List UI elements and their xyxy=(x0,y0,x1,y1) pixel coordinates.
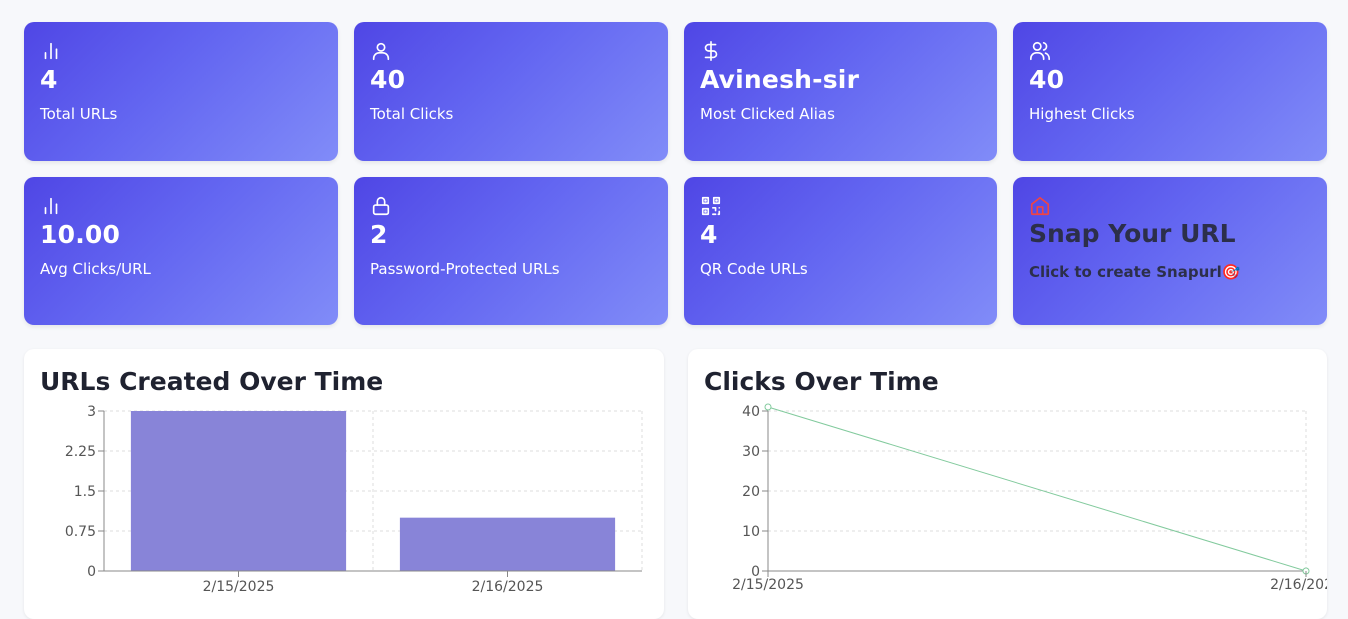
stat-value: 2 xyxy=(370,220,388,249)
y-tick-label: 2.25 xyxy=(65,444,96,460)
snap-your-url-card[interactable]: Snap Your URL Click to create Snapurl🎯 xyxy=(1013,177,1327,325)
stat-card-most-clicked-alias: Avinesh-sir Most Clicked Alias xyxy=(684,22,997,161)
stat-card-highest-clicks: 40 Highest Clicks xyxy=(1013,22,1327,161)
clicks-line-chart: 0102030402/15/20252/16/2025 xyxy=(732,403,1327,593)
stat-label: Highest Clicks xyxy=(1029,105,1135,123)
bar xyxy=(399,517,616,571)
stat-label: Total URLs xyxy=(40,105,118,123)
stat-card-password-protected: 2 Password-Protected URLs xyxy=(354,177,668,325)
clicks-over-time-chart-panel: Clicks Over Time 0 10 20 30 40 2/15/2025 2/16/… xyxy=(688,349,1327,619)
stat-label: Password-Protected URLs xyxy=(370,260,560,278)
y-tick-label: 10 xyxy=(742,524,760,540)
urls-created-bar-chart: 0 0.75 1.5 2.25 3 2/15/2025 2/16/2025 xyxy=(65,404,643,595)
y-tick-label: 1.5 xyxy=(74,484,96,500)
data-point xyxy=(764,403,772,411)
stat-card-total-clicks: 40 Total Clicks xyxy=(354,22,668,161)
stat-card-avg-clicks: 10.00 Avg Clicks/URL xyxy=(24,177,338,325)
x-tick-label: 2/15/2025 xyxy=(732,577,804,593)
stat-label: Avg Clicks/URL xyxy=(40,260,151,278)
user-icon xyxy=(370,40,392,62)
y-tick-label: 30 xyxy=(742,444,760,460)
stat-label: Most Clicked Alias xyxy=(700,105,835,123)
stats-grid: 4 Total URLs 40 Total Clicks Avinesh-sir… xyxy=(24,22,1327,325)
y-tick-label: 3 xyxy=(87,404,96,420)
qr-code-icon xyxy=(700,195,722,217)
stat-value: Avinesh-sir xyxy=(700,65,860,94)
bar-chart-icon xyxy=(40,40,62,62)
stat-card-total-urls: 4 Total URLs xyxy=(24,22,338,161)
stat-card-qr-code-urls: 4 QR Code URLs xyxy=(684,177,997,325)
bar xyxy=(130,411,347,571)
urls-created-chart-panel: URLs Created Over Time 0 0.75 1.5 2.25 3 2/15… xyxy=(24,349,664,619)
snap-subtitle[interactable]: Click to create Snapurl🎯 xyxy=(1029,263,1311,281)
stat-value: 40 xyxy=(370,65,406,94)
series-line xyxy=(767,406,1307,572)
stat-value: 4 xyxy=(40,65,58,94)
y-tick-label: 40 xyxy=(742,404,760,420)
stat-value: 10.00 xyxy=(40,220,121,249)
dollar-icon xyxy=(700,40,722,62)
stat-label: QR Code URLs xyxy=(700,260,808,278)
x-tick-label: 2/15/2025 xyxy=(203,579,275,595)
home-icon xyxy=(1029,195,1051,217)
x-tick-label: 2/16/2025 xyxy=(1270,577,1327,593)
y-tick-label: 20 xyxy=(742,484,760,500)
y-tick-label: 0 xyxy=(87,564,96,580)
lock-icon xyxy=(370,195,392,217)
stat-value: 40 xyxy=(1029,65,1065,94)
stat-label: Total Clicks xyxy=(370,105,454,123)
y-tick-label: 0.75 xyxy=(65,524,96,540)
snap-title: Snap Your URL xyxy=(1029,219,1236,248)
x-tick-label: 2/16/2025 xyxy=(472,579,544,595)
stat-value: 4 xyxy=(700,220,718,249)
users-icon xyxy=(1029,40,1051,62)
bar-chart-icon xyxy=(40,195,62,217)
